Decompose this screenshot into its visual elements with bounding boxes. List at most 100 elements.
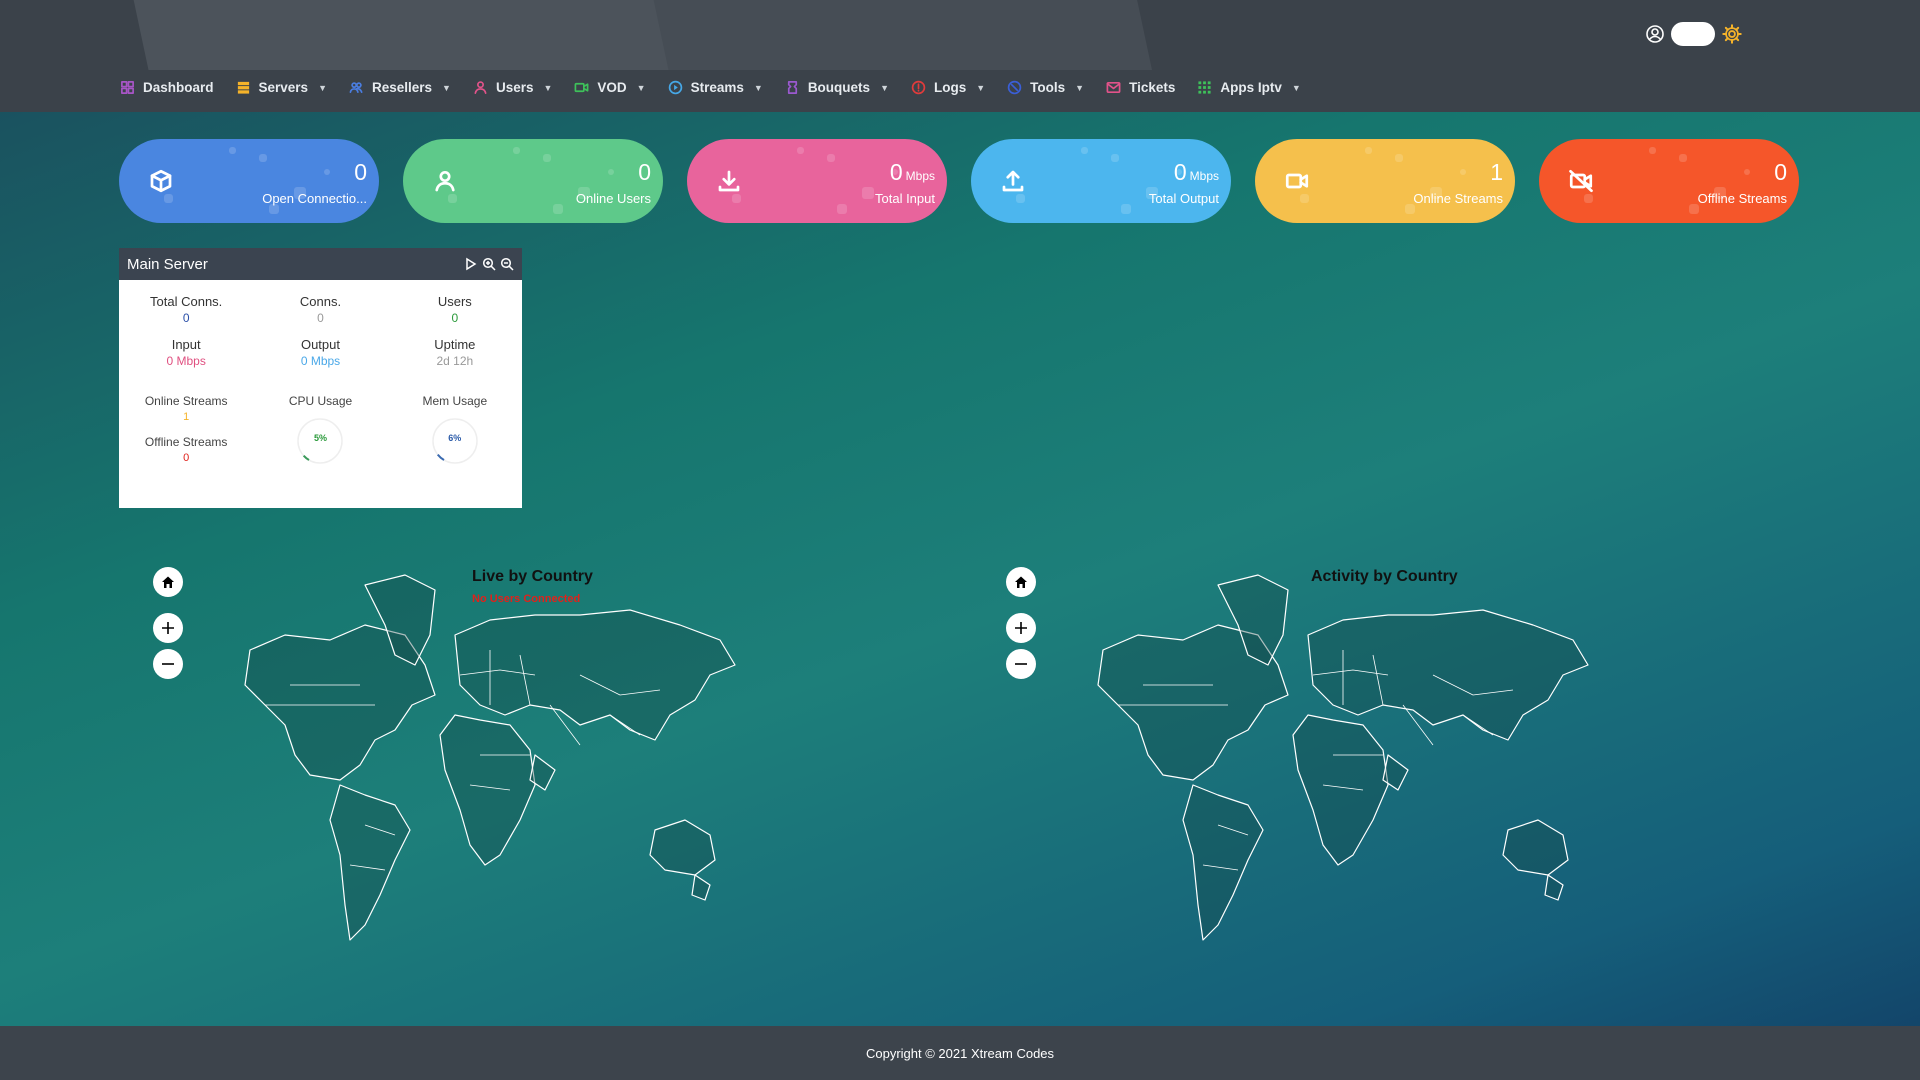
nav-item-label: Dashboard [143, 80, 214, 95]
servers-icon [237, 81, 249, 94]
zoom-in-icon[interactable] [482, 257, 496, 271]
server-metrics: Total Conns. 0 Conns. 0 Users 0 Input 0 Mbps… [119, 280, 522, 368]
card-decoration [229, 147, 236, 154]
vod-icon [574, 82, 589, 93]
nav-item-bouquets[interactable]: Bouquets ▼ [785, 80, 889, 95]
map-subtitle: No Users Connected [472, 593, 581, 605]
copyright-text: Copyright © 2021 Xtream Codes [865, 1045, 1055, 1061]
cube-icon [150, 169, 172, 193]
cpu-label: CPU Usage [288, 394, 353, 408]
nav-item-streams[interactable]: Streams ▼ [668, 80, 763, 95]
dashboard-icon [121, 81, 134, 94]
nav-item-label: Resellers [371, 80, 433, 95]
map-zoom-in-button[interactable] [1006, 613, 1036, 643]
world-map [244, 574, 736, 941]
panel-tools [464, 257, 514, 271]
stat-card-offline-streams[interactable]: 0 Offline Streams [1539, 139, 1799, 223]
nav-item-label: Apps Iptv [1220, 80, 1282, 95]
stat-card-online-streams[interactable]: 1 Online Streams [1255, 139, 1515, 223]
tickets-icon [1106, 81, 1121, 94]
nav-item-label: Streams [690, 80, 744, 95]
user-avatar-icon[interactable] [1645, 24, 1665, 44]
stat-card-online-users[interactable]: 0 Online Users [403, 139, 663, 223]
activity-by-country-map[interactable]: Activity by Country [998, 555, 1698, 975]
users-icon [435, 170, 455, 192]
nav-item-servers[interactable]: Servers ▼ [236, 80, 327, 95]
cpu-value: 5% [313, 433, 327, 443]
stat-label: Open Connectio... [262, 191, 367, 206]
chevron-down-icon: ▼ [636, 82, 646, 93]
logs-icon [911, 80, 926, 95]
header-decoration-light [131, 0, 669, 70]
nav-item-label: VOD [597, 80, 627, 95]
card-decoration [448, 194, 457, 203]
chevron-down-icon: ▼ [976, 82, 986, 93]
main-server-panel: Main Server Total Conns. 0 Conns. 0 Users 0… [119, 248, 522, 508]
users-icon [474, 81, 487, 94]
stat-icon [1569, 169, 1593, 193]
metric-label: Input [171, 337, 201, 352]
nav-item-users[interactable]: Users ▼ [473, 80, 552, 95]
card-decoration [1395, 154, 1403, 162]
card-decoration [1744, 169, 1750, 175]
map-home-button[interactable] [153, 567, 183, 597]
nav-item-apps-iptv[interactable]: Apps Iptv ▼ [1197, 80, 1301, 95]
nav-item-tickets[interactable]: Tickets [1106, 80, 1175, 95]
metric-users: Users 0 [388, 294, 522, 325]
stat-value: 0 [354, 159, 367, 186]
card-decoration [324, 169, 330, 175]
chevron-down-icon: ▼ [543, 82, 553, 93]
nav-item-resellers[interactable]: Resellers ▼ [349, 80, 451, 95]
metric-value: 2d 12h [436, 354, 474, 368]
stat-icon [1285, 169, 1309, 193]
card-decoration [862, 187, 874, 199]
theme-toggle[interactable] [1671, 22, 1715, 46]
stat-value: 0 [1774, 159, 1787, 186]
offline-streams-value: 0 [183, 452, 190, 464]
home-icon [1015, 576, 1027, 588]
map-home-button[interactable] [1006, 567, 1036, 597]
footer: Copyright © 2021 Xtream Codes [0, 1026, 1920, 1080]
nav-item-label: Servers [258, 80, 309, 95]
mem-label: Mem Usage [422, 394, 488, 408]
stat-label: Offline Streams [1697, 191, 1787, 206]
stat-number: 0 [638, 159, 651, 185]
stat-card-total-input[interactable]: 0 Mbps Total Input [687, 139, 947, 223]
map-zoom-out-button[interactable] [153, 649, 183, 679]
stat-number: 0 [1774, 159, 1787, 185]
zoom-out-icon[interactable] [500, 257, 514, 271]
metric-total-conns: Total Conns. 0 [119, 294, 253, 325]
stat-card-total-output[interactable]: 0 Mbps Total Output [971, 139, 1231, 223]
card-decoration [1081, 147, 1088, 154]
metric-uptime: Uptime 2d 12h [388, 337, 522, 368]
download-icon [718, 170, 740, 192]
gear-icon[interactable] [1721, 23, 1743, 45]
stat-card-open-connectio[interactable]: 0 Open Connectio... [119, 139, 379, 223]
stat-value: 0 [638, 159, 651, 186]
upload-icon [1002, 170, 1024, 192]
card-decoration [164, 194, 173, 203]
stat-label: Total Output [1148, 191, 1219, 206]
streams-status: Online Streams 1 Offline Streams 0 [119, 394, 253, 466]
nav-item-dashboard[interactable]: Dashboard [120, 80, 214, 95]
online-streams-value: 1 [183, 411, 190, 423]
nav-item-logs[interactable]: Logs ▼ [911, 80, 985, 95]
play-icon[interactable] [464, 257, 478, 271]
card-decoration [837, 204, 847, 214]
chevron-down-icon: ▼ [753, 82, 763, 93]
live-by-country-map[interactable]: Live by Country No Users Connected [145, 555, 845, 975]
metric-conns: Conns. 0 [253, 294, 387, 325]
nav-item-tools[interactable]: Tools ▼ [1007, 80, 1084, 95]
metric-label: Uptime [434, 337, 476, 352]
map-zoom-out-button[interactable] [1006, 649, 1036, 679]
card-decoration [1111, 154, 1119, 162]
stat-number: 0 [1173, 159, 1187, 185]
stat-number: 0 [889, 159, 903, 185]
tools-icon [1007, 80, 1022, 95]
map-zoom-in-button[interactable] [153, 613, 183, 643]
video-icon [1285, 173, 1309, 189]
metric-label: Conns. [299, 294, 342, 309]
card-decoration [1460, 169, 1466, 175]
top-header: Dashboard Servers ▼ Resellers ▼ Users ▼ VOD ▼ Str… [0, 0, 1920, 112]
nav-item-vod[interactable]: VOD ▼ [574, 80, 646, 95]
